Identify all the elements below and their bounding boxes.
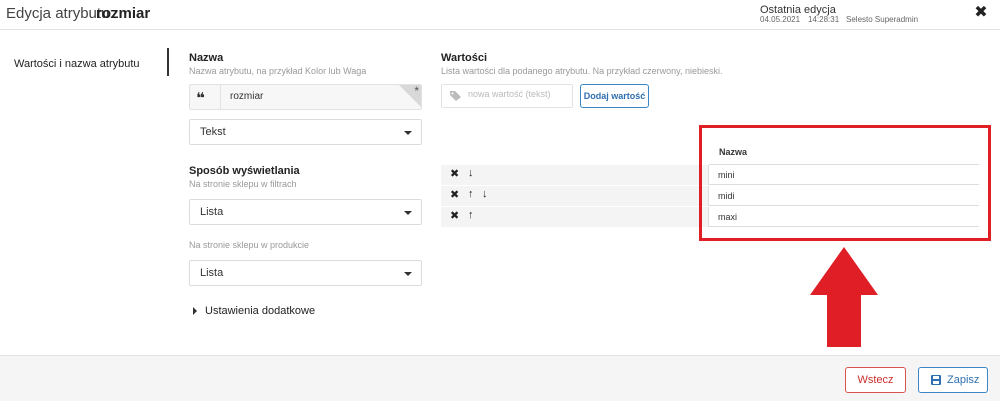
arrow-up-annotation (810, 247, 878, 347)
attribute-type-select[interactable]: Tekst (189, 119, 422, 145)
active-tab-indicator (167, 48, 169, 76)
arrow-down-icon[interactable]: ↓ (482, 188, 488, 200)
save-button[interactable]: Zapisz (918, 367, 988, 393)
save-button-label: Zapisz (947, 374, 980, 386)
row-actions: ✖ ↑ ↓ (441, 186, 709, 206)
delete-icon[interactable]: ✖ (450, 188, 459, 201)
attribute-name-value[interactable]: rozmiar (230, 91, 263, 102)
caret-right-icon (193, 307, 197, 315)
product-display-value: Lista (200, 267, 224, 279)
page-title: rozmiar (96, 5, 151, 22)
name-section-title: Nazwa (189, 52, 224, 64)
chevron-down-icon (404, 272, 412, 276)
attribute-name-field[interactable]: ❝ rozmiar * (189, 84, 422, 110)
filters-display-value: Lista (200, 206, 224, 218)
new-value-input[interactable] (468, 89, 568, 99)
close-icon[interactable]: ✖ (972, 4, 990, 22)
modal-header: Edycja atrybutu: rozmiar Ostatnia edycja… (0, 0, 1000, 30)
add-value-button[interactable]: Dodaj wartość (580, 84, 649, 108)
chevron-down-icon (404, 211, 412, 215)
input-separator (220, 85, 221, 109)
quote-icon: ❝ (196, 90, 205, 107)
new-value-field[interactable] (441, 84, 573, 108)
additional-settings-toggle[interactable]: Ustawienia dodatkowe (205, 305, 315, 317)
row-actions: ✖ ↑ (441, 207, 709, 227)
last-edit-user: Selesto Superadmin (846, 15, 919, 24)
highlight-box (699, 125, 991, 241)
back-button[interactable]: Wstecz (845, 367, 906, 393)
arrow-up-icon[interactable]: ↑ (468, 209, 474, 221)
chevron-down-icon (404, 131, 412, 135)
values-section-subtitle: Lista wartości dla podanego atrybutu. Na… (441, 66, 723, 76)
filters-display-select[interactable]: Lista (189, 199, 422, 225)
name-section-subtitle: Nazwa atrybutu, na przykład Kolor lub Wa… (189, 66, 367, 76)
asterisk-icon: * (414, 84, 419, 98)
floppy-icon (931, 375, 941, 385)
filters-label: Na stronie sklepu w filtrach (189, 179, 297, 189)
values-section-title: Wartości (441, 52, 488, 64)
arrow-up-icon[interactable]: ↑ (468, 188, 474, 200)
display-section-title: Sposób wyświetlania (189, 165, 300, 177)
delete-icon[interactable]: ✖ (450, 167, 459, 180)
attribute-type-value: Tekst (200, 126, 226, 138)
tab-values-and-name[interactable]: Wartości i nazwa atrybutu (14, 58, 140, 70)
arrow-down-icon[interactable]: ↓ (468, 167, 474, 179)
product-display-select[interactable]: Lista (189, 260, 422, 286)
modal-footer: Wstecz Zapisz (0, 355, 1000, 401)
tag-icon (450, 91, 461, 101)
row-actions: ✖ ↓ (441, 165, 709, 185)
delete-icon[interactable]: ✖ (450, 209, 459, 222)
last-edit-date: 04.05.2021 (760, 15, 801, 24)
product-label: Na stronie sklepu w produkcie (189, 240, 310, 250)
last-edit-time: 14:28:31 (808, 15, 840, 24)
